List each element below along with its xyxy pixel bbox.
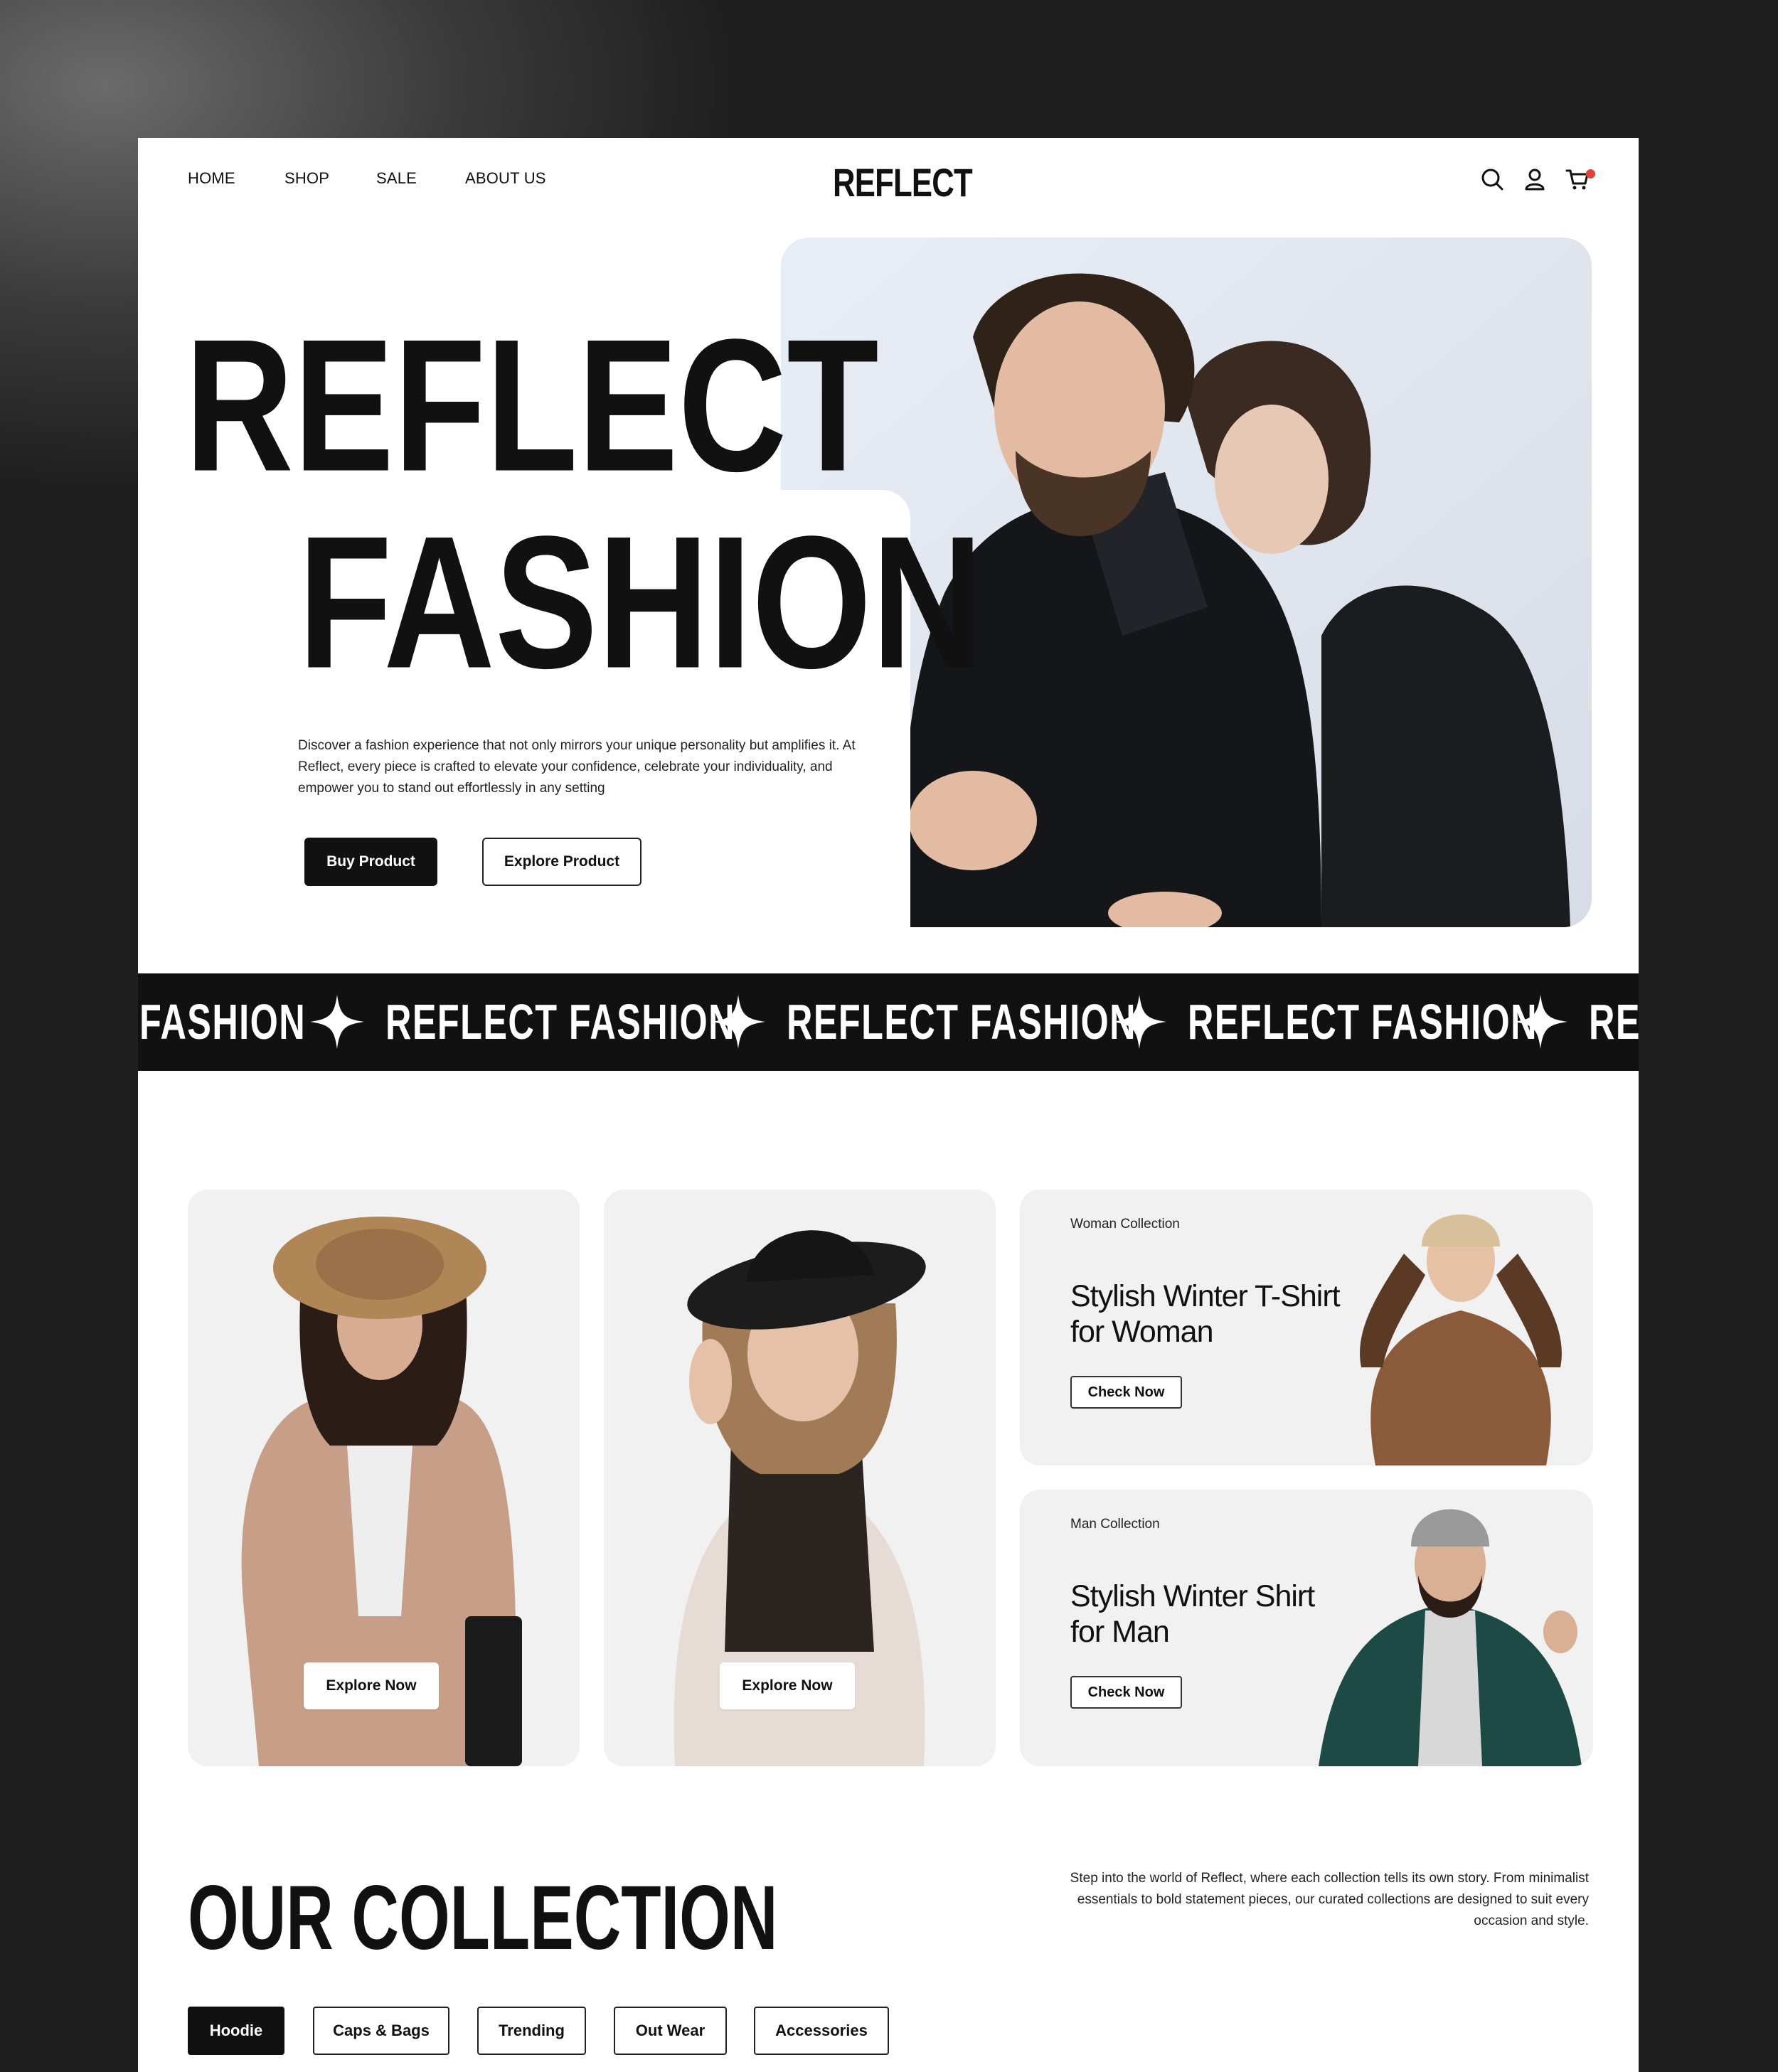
woman-collection-title: Stylish Winter T-Shirt for Woman xyxy=(1070,1279,1341,1349)
marquee-banner: FASHION REFLECT FASHION REFLECT FASHION … xyxy=(138,973,1639,1071)
explore-product-button[interactable]: Explore Product xyxy=(482,838,642,886)
tab-hoodie[interactable]: Hoodie xyxy=(188,2007,284,2055)
woman-collection-card[interactable]: Woman Collection Stylish Winter T-Shirt … xyxy=(1020,1190,1593,1465)
product-card-woman-coat[interactable]: Explore Now xyxy=(188,1190,580,1766)
user-icon[interactable] xyxy=(1522,166,1548,192)
woman-collection-label: Woman Collection xyxy=(1070,1217,1180,1232)
sparkle-icon xyxy=(310,995,364,1049)
sparkle-icon xyxy=(1513,995,1567,1049)
page-frame: HOME SHOP SALE ABOUT US REFLECT REFLECT … xyxy=(138,138,1639,2072)
explore-now-button[interactable]: Explore Now xyxy=(720,1662,855,1709)
tab-trending[interactable]: Trending xyxy=(477,2007,586,2055)
cart-badge xyxy=(1586,169,1595,178)
nav-shop-link[interactable]: SHOP xyxy=(284,169,329,188)
product-card-woman-hat[interactable]: Explore Now xyxy=(604,1190,996,1766)
collection-title: OUR COLLECTION xyxy=(188,1867,778,1969)
nav-home-link[interactable]: HOME xyxy=(188,169,235,188)
collection-description: Step into the world of Reflect, where ea… xyxy=(1070,1871,1589,1928)
site-logo[interactable]: REFLECT xyxy=(833,159,973,205)
man-collection-card[interactable]: Man Collection Stylish Winter Shirt for … xyxy=(1020,1490,1593,1766)
tab-accessories[interactable]: Accessories xyxy=(754,2007,889,2055)
woman-check-now-button[interactable]: Check Now xyxy=(1070,1376,1182,1409)
explore-now-button[interactable]: Explore Now xyxy=(304,1662,439,1709)
man-collection-image xyxy=(1319,1509,1582,1766)
buy-product-button[interactable]: Buy Product xyxy=(304,838,437,886)
hero-description: Discover a fashion experience that not o… xyxy=(298,738,856,796)
man-collection-title: Stylish Winter Shirt for Man xyxy=(1070,1579,1315,1649)
marquee-item: REFLECT FASHION xyxy=(1589,994,1639,1050)
man-collection-label: Man Collection xyxy=(1070,1517,1160,1532)
nav-about-link[interactable]: ABOUT US xyxy=(465,169,546,188)
woman-collection-image xyxy=(1360,1214,1562,1465)
hero-headline-line2: FASHION xyxy=(298,496,984,708)
nav-sale-link[interactable]: SALE xyxy=(376,169,417,188)
search-icon[interactable] xyxy=(1479,166,1505,192)
tab-caps-bags[interactable]: Caps & Bags xyxy=(313,2007,449,2055)
tab-out-wear[interactable]: Out Wear xyxy=(614,2007,727,2055)
hero-headline-line1: REFLECT xyxy=(185,299,879,511)
sparkle-icon xyxy=(711,995,765,1049)
sparkle-icon xyxy=(1112,995,1166,1049)
man-check-now-button[interactable]: Check Now xyxy=(1070,1676,1182,1709)
marquee-item: REFLECT FASHION xyxy=(1188,994,1538,1050)
